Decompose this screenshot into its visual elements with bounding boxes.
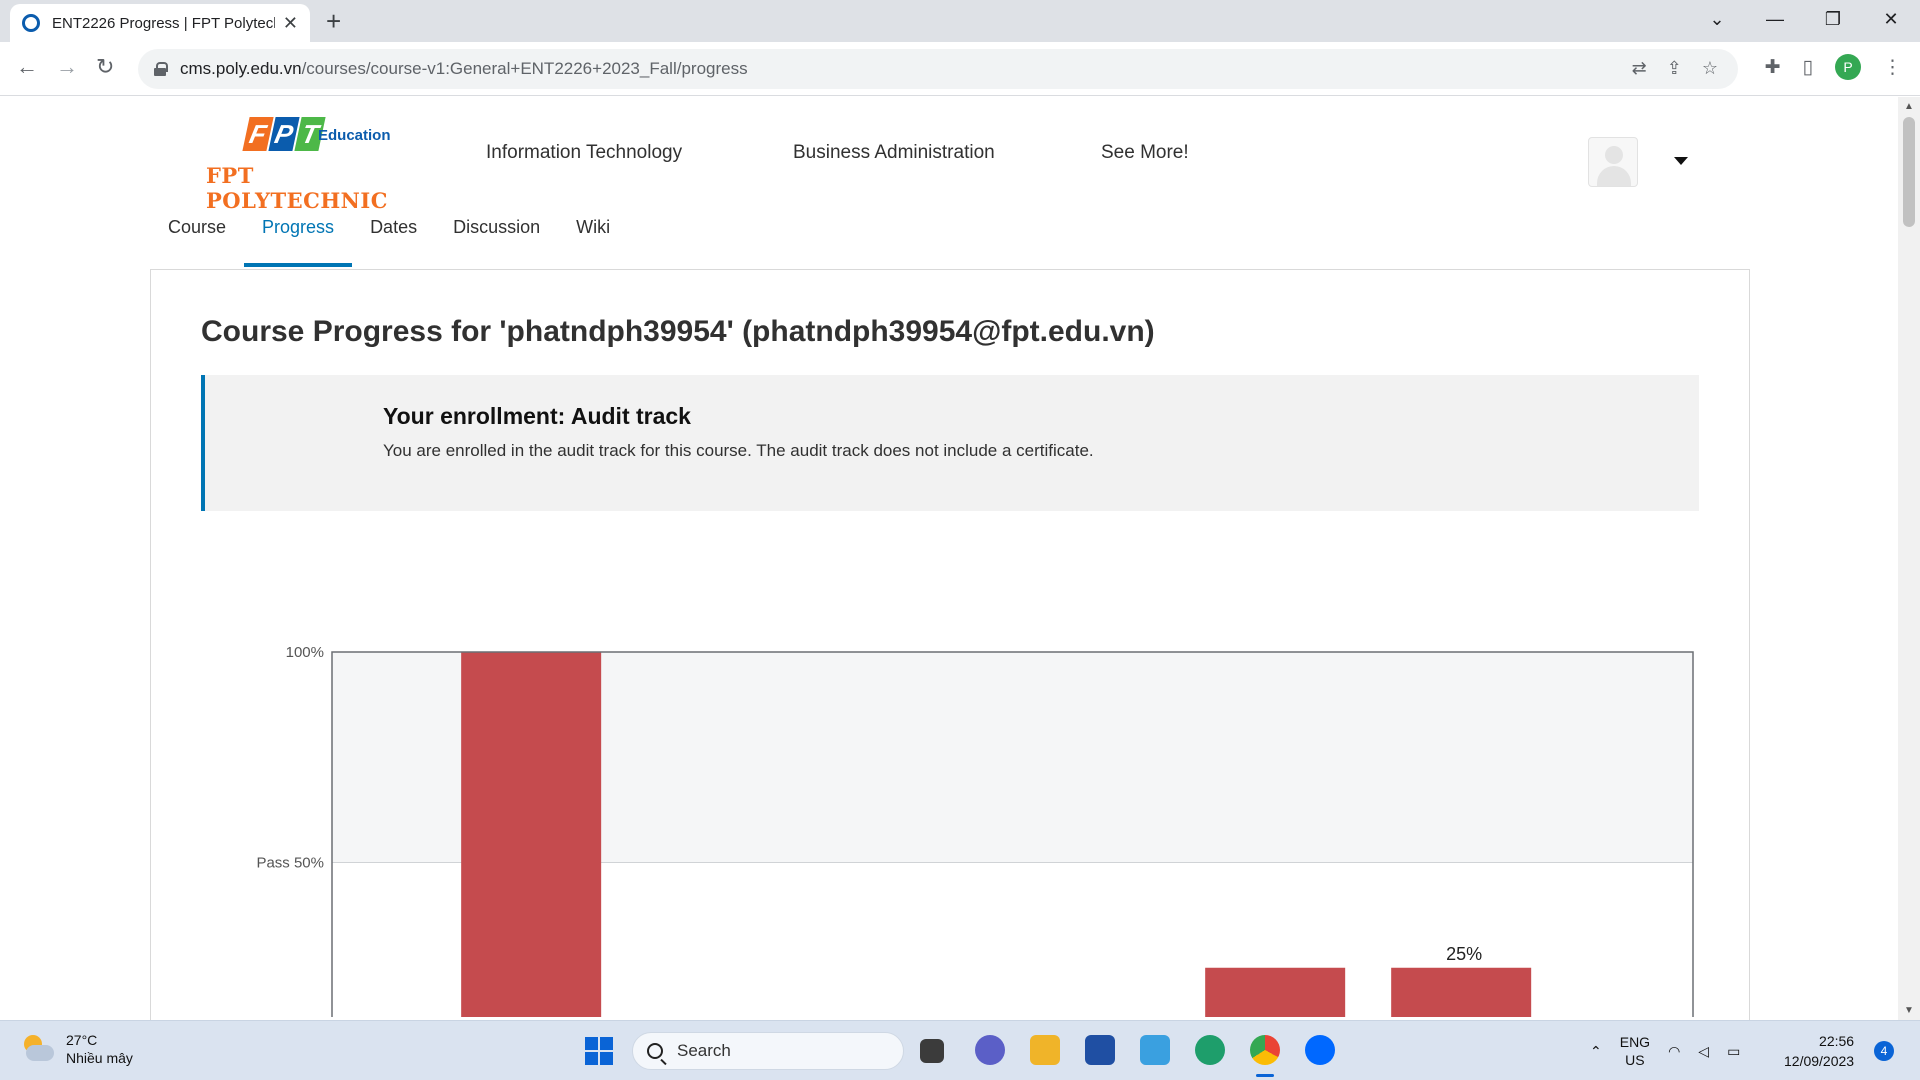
volume-icon[interactable]: ◁	[1698, 1043, 1709, 1060]
nav-business-administration[interactable]: Business Administration	[793, 142, 995, 164]
bookmark-star-icon[interactable]: ☆	[1702, 58, 1718, 79]
microsoft-store-icon[interactable]	[1085, 1035, 1115, 1065]
enrollment-text: You are enrolled in the audit track for …	[383, 441, 1094, 460]
close-tab-icon[interactable]: ✕	[283, 13, 298, 34]
menu-kebab-icon[interactable]: ⋮	[1883, 56, 1902, 79]
y-tick-label: Pass 50%	[256, 855, 324, 872]
wifi-icon[interactable]: ◠	[1668, 1043, 1680, 1060]
window-controls: ⌄ — ❐ ✕	[1688, 0, 1920, 42]
page-viewport: F P T Education FPT POLYTECHNIC Informat…	[0, 97, 1898, 1020]
scroll-thumb[interactable]	[1903, 117, 1915, 227]
weather-widget[interactable]: 27°C Nhiều mây	[20, 1031, 133, 1067]
logo-education-text: Education	[318, 127, 391, 144]
nav-information-technology[interactable]: Information Technology	[486, 142, 682, 164]
course-tabs: Course Progress Dates Discussion Wiki	[150, 207, 628, 267]
tab-wiki[interactable]: Wiki	[558, 207, 628, 267]
browser-tab[interactable]: ENT2226 Progress | FPT Polytechnic ✕	[10, 4, 310, 42]
zalo-icon[interactable]	[1305, 1035, 1335, 1065]
tab-discussion[interactable]: Discussion	[435, 207, 558, 267]
clock-date: 12/09/2023	[1784, 1053, 1855, 1069]
bar-value-label: 25%	[1446, 944, 1482, 964]
omnibox-actions: ⇄ ⇪ ☆	[1632, 58, 1718, 79]
enrollment-message: Your enrollment: Audit track You are enr…	[201, 375, 1699, 511]
system-tray: ⌃ ENG US ◠ ◁ ▭	[1590, 1033, 1740, 1069]
minimize-icon[interactable]: —	[1746, 0, 1804, 38]
chrome-active-indicator	[1256, 1074, 1274, 1077]
fpt-logo-mark: F P T	[242, 117, 326, 151]
teams-chat-icon[interactable]	[975, 1035, 1005, 1065]
clock-time: 22:56	[1819, 1033, 1855, 1049]
site-favicon-icon	[22, 14, 40, 32]
windows-taskbar: 27°C Nhiều mây Search ⌃ ENG US ◠ ◁ ▭ 22:…	[0, 1020, 1920, 1080]
search-icon	[647, 1043, 663, 1059]
tab-course[interactable]: Course	[150, 207, 244, 267]
tray-overflow-chevron-icon[interactable]: ⌃	[1590, 1043, 1602, 1060]
close-window-icon[interactable]: ✕	[1862, 0, 1920, 38]
battery-icon[interactable]: ▭	[1727, 1043, 1740, 1060]
translate-icon[interactable]: ⇄	[1632, 58, 1647, 79]
y-tick-label: 100%	[286, 644, 324, 661]
weather-temperature: 27°C	[66, 1032, 98, 1048]
page-scrollbar[interactable]: ▲ ▼	[1898, 97, 1920, 1020]
nav-see-more[interactable]: See More!	[1101, 142, 1189, 164]
task-view-icon[interactable]	[920, 1039, 944, 1063]
side-panel-icon[interactable]: ▯	[1803, 56, 1813, 79]
bar-quiz-01	[461, 652, 602, 1017]
windows-start-icon[interactable]	[585, 1037, 613, 1065]
tab-dates[interactable]: Dates	[352, 207, 435, 267]
bar-quiz-avg	[1205, 967, 1346, 1017]
browser-tabbar: ENT2226 Progress | FPT Polytechnic ✕ + ⌄…	[0, 0, 1920, 42]
notification-badge[interactable]: 4	[1874, 1041, 1894, 1061]
weather-description: Nhiều mây	[66, 1050, 133, 1066]
control-panel-icon[interactable]	[1140, 1035, 1170, 1065]
taskbar-search[interactable]: Search	[632, 1032, 904, 1070]
forward-icon[interactable]: →	[56, 54, 78, 80]
restore-icon[interactable]: ❐	[1804, 0, 1862, 38]
reload-icon[interactable]: ↻	[96, 54, 114, 80]
tab-search-icon[interactable]: ⌄	[1688, 0, 1746, 38]
tab-progress[interactable]: Progress	[244, 207, 353, 267]
language-code: ENG	[1619, 1034, 1651, 1050]
url-host: cms.poly.edu.vn	[180, 59, 302, 78]
avatar-head-shape	[1605, 146, 1623, 164]
edge-dev-icon[interactable]	[1195, 1035, 1225, 1065]
lock-icon[interactable]	[154, 62, 168, 76]
search-label: Search	[677, 1041, 731, 1060]
user-avatar[interactable]	[1588, 137, 1638, 187]
share-icon[interactable]: ⇪	[1667, 58, 1682, 79]
file-explorer-icon[interactable]	[1030, 1035, 1060, 1065]
page-title: Course Progress for 'phatndph39954' (pha…	[201, 315, 1155, 348]
scroll-up-icon[interactable]: ▲	[1904, 101, 1914, 112]
url-path: /courses/course-v1:General+ENT2226+2023_…	[301, 59, 748, 78]
fpt-polytechnic-logo[interactable]: F P T Education FPT POLYTECHNIC	[206, 117, 426, 213]
language-indicator[interactable]: ENG US	[1620, 1033, 1650, 1069]
avatar-body-shape	[1597, 166, 1631, 186]
back-icon[interactable]: ←	[16, 54, 38, 80]
grade-chart: 100%Pass 50%0%iz 01iz 02iz 03iz 04QuizAv…	[256, 644, 1694, 1017]
taskbar-clock[interactable]: 22:56 12/09/2023	[1784, 1031, 1854, 1071]
user-menu-caret-icon[interactable]	[1674, 157, 1688, 165]
address-bar[interactable]: cms.poly.edu.vn/courses/course-v1:Genera…	[138, 49, 1738, 89]
partly-cloudy-icon	[20, 1035, 54, 1063]
chrome-icon[interactable]	[1250, 1035, 1280, 1065]
profile-avatar[interactable]: P	[1835, 54, 1861, 80]
extensions-puzzle-icon[interactable]: ✚	[1765, 56, 1781, 79]
extension-area: ✚ ▯ P ⋮	[1765, 54, 1902, 80]
language-region: US	[1625, 1052, 1645, 1068]
new-tab-button[interactable]: +	[326, 6, 341, 37]
bar-total	[1391, 967, 1532, 1017]
enrollment-title: Your enrollment: Audit track	[383, 403, 691, 429]
logo-polytechnic-text: FPT POLYTECHNIC	[206, 163, 388, 213]
browser-toolbar: ← → ↻ cms.poly.edu.vn/courses/course-v1:…	[0, 42, 1920, 96]
scroll-down-icon[interactable]: ▼	[1904, 1005, 1914, 1016]
tab-title: ENT2226 Progress | FPT Polytechnic	[52, 14, 275, 32]
